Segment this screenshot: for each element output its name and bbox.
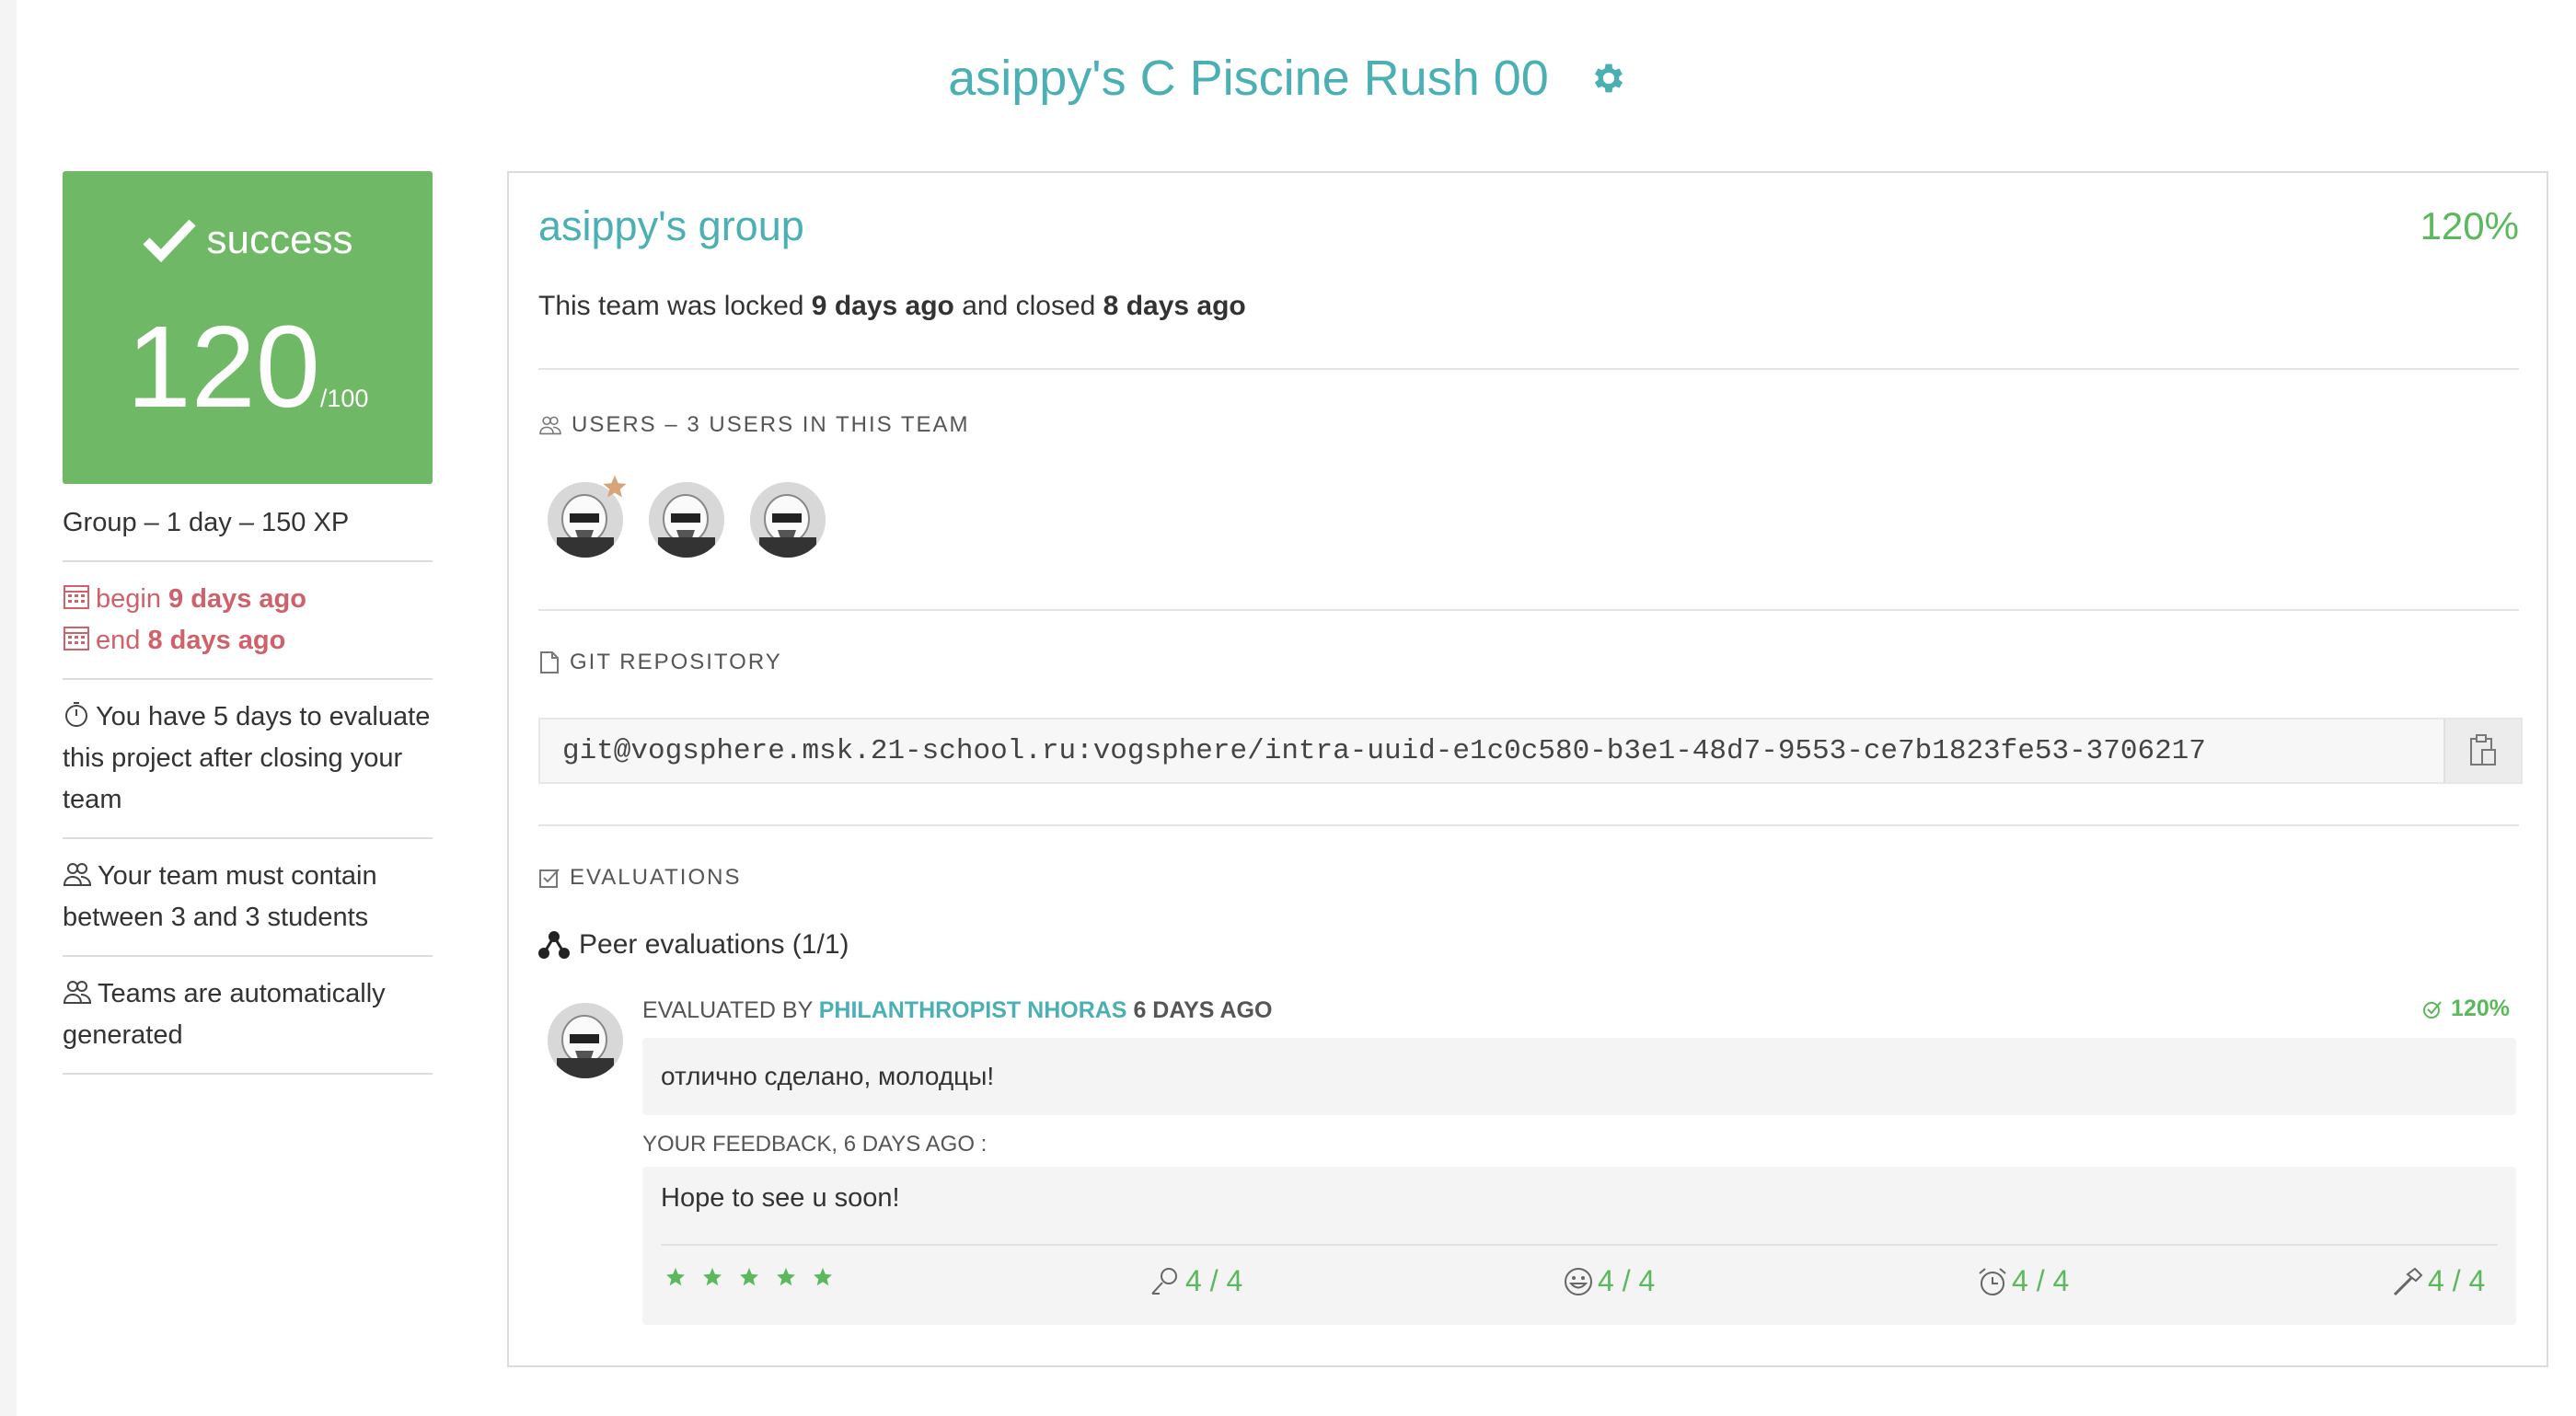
- begin-label: begin: [96, 584, 161, 614]
- project-meta: Group – 1 day – 150 XP: [63, 484, 433, 562]
- metric-value: 4 / 4: [1185, 1264, 1243, 1297]
- clipboard-icon: [2470, 734, 2496, 766]
- leader-star-icon: [603, 475, 627, 498]
- git-url-field[interactable]: git@vogsphere.msk.21-school.ru:vogsphere…: [538, 718, 2523, 784]
- evaluate-note-row: You have 5 days to evaluate this project…: [63, 680, 433, 839]
- star-rating: [664, 1266, 849, 1288]
- copy-button[interactable]: [2443, 720, 2521, 782]
- metric-niceness: 4 / 4: [1563, 1264, 1655, 1298]
- divider: [538, 368, 2519, 370]
- git-label: GIT REPOSITORY: [570, 650, 782, 674]
- score-card: success 120/100: [63, 171, 433, 484]
- alarm-clock-icon: [1979, 1267, 2006, 1295]
- evaluation-time: 6 DAYS AGO: [1133, 997, 1273, 1023]
- team-panel: asippy's group 120% This team was locked…: [507, 171, 2548, 1367]
- metric-value: 4 / 4: [2012, 1264, 2070, 1297]
- git-url[interactable]: git@vogsphere.msk.21-school.ru:vogsphere…: [562, 735, 2206, 767]
- evaluation-percent: 120%: [2421, 996, 2510, 1022]
- divider: [538, 609, 2519, 611]
- star-icon: [777, 1268, 795, 1286]
- metric-value: 4 / 4: [1598, 1264, 1656, 1297]
- evaluations-section-label: EVALUATIONS: [538, 865, 741, 891]
- peer-title-text: Peer evaluations (1/1): [579, 929, 849, 960]
- evaluated-by-prefix: EVALUATED BY: [642, 997, 813, 1023]
- evaluator-link[interactable]: PHILANTHROPIST NHORAS: [819, 997, 1127, 1023]
- score-value: 120: [126, 302, 320, 432]
- feedback-box: Hope to see u soon! 4 / 4 4 / 4 4 / 4 4 …: [642, 1167, 2516, 1325]
- evaluate-note: You have 5 days to evaluate this project…: [63, 702, 431, 814]
- locked-prefix: This team was locked: [538, 291, 804, 321]
- closed-value: 8 days ago: [1103, 291, 1246, 321]
- evaluation-comment: отлично сделано, молодцы!: [642, 1038, 2516, 1115]
- users-label: USERS – 3 USERS IN THIS TEAM: [572, 412, 970, 437]
- team-avatars: [548, 482, 851, 558]
- avatar[interactable]: [548, 1003, 623, 1078]
- feedback-text: Hope to see u soon!: [661, 1183, 900, 1213]
- team-size-note: Your team must contain between 3 and 3 s…: [63, 861, 377, 932]
- left-gutter: [0, 0, 17, 1416]
- star-icon: [703, 1268, 722, 1286]
- users-section-label: USERS – 3 USERS IN THIS TEAM: [538, 412, 970, 438]
- end-value: 8 days ago: [147, 626, 286, 655]
- team-status: This team was locked 9 days ago and clos…: [538, 291, 1246, 322]
- locked-value: 9 days ago: [811, 291, 954, 321]
- metric-value: 4 / 4: [2428, 1264, 2486, 1297]
- metric-rigor: 4 / 4: [2391, 1264, 2485, 1298]
- metric-punctuality: 4 / 4: [1977, 1264, 2069, 1298]
- star-icon: [666, 1268, 685, 1286]
- calendar-icon: [64, 585, 89, 609]
- interest-icon: [1151, 1267, 1177, 1295]
- star-icon: [740, 1268, 758, 1286]
- score-max: /100: [319, 385, 369, 412]
- avatar[interactable]: [750, 482, 826, 558]
- evaluation-percent-value: 120%: [2451, 996, 2510, 1021]
- page-header: asippy's C Piscine Rush 00: [0, 37, 2576, 120]
- checkbox-icon: [539, 869, 560, 888]
- gear-icon[interactable]: [1589, 59, 1628, 98]
- stopwatch-icon: [65, 702, 87, 727]
- auto-note-row: Teams are automatically generated: [63, 957, 433, 1075]
- evaluations-label: EVALUATIONS: [570, 865, 742, 890]
- closed-prefix: and closed: [962, 291, 1096, 321]
- check-circle-icon: [2423, 1000, 2442, 1019]
- users-icon: [63, 981, 92, 1004]
- score-status: success: [206, 217, 353, 262]
- file-icon: [540, 651, 559, 673]
- peer-evaluations-title: Peer evaluations (1/1): [538, 929, 849, 961]
- project-sidebar: success 120/100 Group – 1 day – 150 XP b…: [63, 171, 433, 1075]
- team-size-row: Your team must contain between 3 and 3 s…: [63, 839, 433, 957]
- group-percent: 120%: [2420, 204, 2519, 248]
- feedback-label: YOUR FEEDBACK, 6 DAYS AGO :: [642, 1132, 988, 1157]
- network-icon: [538, 931, 570, 959]
- checkmark-icon: [142, 219, 196, 263]
- divider: [538, 824, 2519, 826]
- group-title: asippy's group: [538, 202, 804, 249]
- users-icon: [539, 416, 561, 435]
- smiley-icon: [1565, 1267, 1592, 1295]
- project-dates: begin 9 days ago end 8 days ago: [63, 562, 433, 680]
- metric-interest: 4 / 4: [1149, 1264, 1242, 1298]
- end-label: end: [96, 626, 141, 655]
- star-icon: [814, 1268, 832, 1286]
- page-title: asippy's C Piscine Rush 00: [948, 51, 1549, 106]
- auto-note: Teams are automatically generated: [63, 979, 386, 1050]
- divider: [661, 1244, 2498, 1246]
- begin-value: 9 days ago: [168, 584, 306, 614]
- calendar-icon: [64, 627, 89, 650]
- git-section-label: GIT REPOSITORY: [538, 650, 782, 675]
- users-icon: [63, 863, 92, 886]
- hammer-icon: [2393, 1267, 2423, 1295]
- avatar[interactable]: [649, 482, 724, 558]
- evaluated-by: EVALUATED BY PHILANTHROPIST NHORAS 6 DAY…: [642, 997, 1272, 1024]
